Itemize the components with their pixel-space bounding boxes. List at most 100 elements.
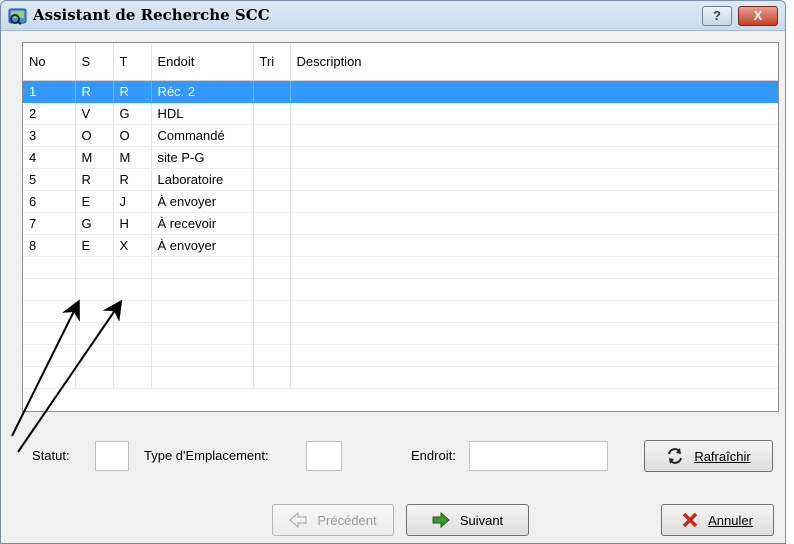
cell-description — [290, 102, 778, 125]
help-button[interactable]: ? — [702, 6, 732, 26]
empty-cell — [75, 300, 114, 323]
cell-s: O — [75, 124, 114, 147]
statut-input[interactable] — [95, 441, 129, 471]
empty-cell — [113, 278, 152, 301]
empty-cell — [75, 344, 114, 367]
empty-cell — [151, 300, 254, 323]
column-header-tri[interactable]: Tri — [253, 43, 291, 81]
results-table: No S T Endoit Tri Description 1 R R Réc. 22… — [23, 43, 778, 389]
refresh-icon — [668, 448, 683, 464]
empty-cell — [290, 344, 778, 367]
cell-t: H — [113, 212, 152, 235]
empty-cell — [290, 256, 778, 279]
cell-tri — [253, 212, 291, 235]
table-row[interactable]: 5 R R Laboratoire — [23, 168, 778, 191]
endroit-input[interactable] — [469, 441, 608, 471]
empty-cell — [75, 322, 114, 345]
empty-cell — [75, 366, 114, 389]
cell-description — [290, 212, 778, 235]
cell-s: V — [75, 102, 114, 125]
type-emplacement-input[interactable] — [306, 441, 342, 471]
empty-row — [23, 300, 778, 323]
empty-cell — [113, 256, 152, 279]
cell-endoit: À envoyer — [151, 234, 254, 257]
cell-tri — [253, 102, 291, 125]
cancel-label: Annuler — [708, 512, 753, 528]
empty-cell — [23, 278, 76, 301]
empty-row — [23, 278, 778, 301]
column-header-t[interactable]: T — [113, 43, 152, 81]
cell-t: R — [113, 168, 152, 191]
cell-s: G — [75, 212, 114, 235]
empty-cell — [151, 366, 254, 389]
cell-tri — [253, 146, 291, 169]
empty-row — [23, 344, 778, 367]
cell-t: R — [113, 80, 152, 103]
empty-cell — [23, 344, 76, 367]
empty-cell — [290, 278, 778, 301]
table-row[interactable]: 2 V G HDL — [23, 102, 778, 125]
cell-description — [290, 168, 778, 191]
arrow-left-icon — [289, 512, 307, 528]
endroit-label: Endroit: — [411, 448, 456, 463]
cell-no: 5 — [23, 168, 76, 191]
cell-t: M — [113, 146, 152, 169]
cell-tri — [253, 124, 291, 147]
empty-cell — [253, 256, 291, 279]
cell-no: 6 — [23, 190, 76, 213]
empty-cell — [113, 322, 152, 345]
empty-cell — [75, 256, 114, 279]
empty-cell — [23, 366, 76, 389]
empty-row — [23, 322, 778, 345]
refresh-label: Rafraîchir — [694, 448, 751, 464]
column-header-description[interactable]: Description — [290, 43, 778, 81]
empty-cell — [23, 256, 76, 279]
title-bar: Assistant de Recherche SCC ? X — [1, 1, 785, 31]
cell-description — [290, 124, 778, 147]
cancel-button[interactable]: Annuler — [661, 504, 774, 536]
cell-endoit: HDL — [151, 102, 254, 125]
empty-row — [23, 366, 778, 389]
previous-button[interactable]: Précédent — [272, 504, 394, 536]
refresh-button[interactable]: Rafraîchir — [644, 440, 773, 472]
column-header-s[interactable]: S — [75, 43, 114, 81]
empty-cell — [113, 344, 152, 367]
cell-s: R — [75, 80, 114, 103]
results-grid[interactable]: No S T Endoit Tri Description 1 R R Réc. 22… — [22, 42, 779, 412]
cell-endoit: site P-G — [151, 146, 254, 169]
empty-cell — [290, 322, 778, 345]
cell-endoit: Réc. 2 — [151, 80, 254, 103]
table-row[interactable]: 7GHÀ recevoir — [23, 212, 778, 235]
column-header-endoit[interactable]: Endoit — [151, 43, 254, 81]
empty-cell — [151, 344, 254, 367]
search-assistant-window: Assistant de Recherche SCC ? X No S T En… — [0, 0, 786, 544]
window-title: Assistant de Recherche SCC — [33, 6, 270, 24]
next-button[interactable]: Suivant — [406, 504, 529, 536]
filter-bar: Statut: Type d'Emplacement: Endroit: Raf… — [1, 431, 785, 481]
cell-no: 2 — [23, 102, 76, 125]
empty-cell — [151, 256, 254, 279]
table-row[interactable]: 8EXÀ envoyer — [23, 234, 778, 257]
empty-cell — [151, 278, 254, 301]
empty-cell — [75, 278, 114, 301]
cell-description — [290, 190, 778, 213]
cell-no: 4 — [23, 146, 76, 169]
previous-label: Précédent — [317, 512, 377, 528]
column-header-no[interactable]: No — [23, 43, 76, 81]
cell-s: M — [75, 146, 114, 169]
table-row[interactable]: 3 O O Commandé — [23, 124, 778, 147]
close-button[interactable]: X — [738, 6, 778, 26]
cell-t: O — [113, 124, 152, 147]
cell-endoit: Laboratoire — [151, 168, 254, 191]
table-row[interactable]: 1 R R Réc. 2 — [23, 80, 778, 103]
empty-row — [23, 256, 778, 279]
cell-t: X — [113, 234, 152, 257]
cell-no: 7 — [23, 212, 76, 235]
table-row[interactable]: 4 M Msite P-G — [23, 146, 778, 169]
cell-t: G — [113, 102, 152, 125]
table-row[interactable]: 6EJÀ envoyer — [23, 190, 778, 213]
empty-cell — [113, 366, 152, 389]
empty-cell — [253, 278, 291, 301]
empty-cell — [253, 300, 291, 323]
cell-tri — [253, 80, 291, 103]
